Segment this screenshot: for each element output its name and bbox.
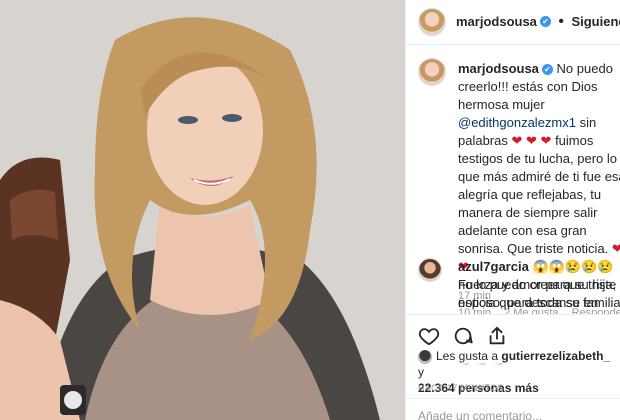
header-text: marjodsousa✔ • Siguiendo [456,13,620,31]
caption-mention-link[interactable]: @edithgonzalezmx1 [458,115,576,130]
commenter-username[interactable]: azul7garcia [458,259,529,274]
author-avatar[interactable] [418,8,446,36]
post-header: marjodsousa✔ • Siguiendo [406,0,620,45]
commenter-avatar[interactable] [418,258,442,282]
caption-username[interactable]: marjodsousa [458,61,539,76]
following-button[interactable]: Siguiendo [571,14,620,29]
add-comment-placeholder: Añade un comentario... [418,409,543,420]
post-timestamp: HACE 17 MINUTOS [418,383,504,393]
caption-text-3: fuimos testigos de tu lucha, pero lo que… [458,133,620,256]
crying-emoji-icon: 😱😱😢😢😢 [532,259,614,274]
post-side-panel: marjodsousa✔ • Siguiendo marjodsousa✔ No… [405,0,620,420]
header-separator: • [558,13,564,30]
likes-connector: y [418,365,424,379]
caption-author-avatar[interactable] [418,58,446,86]
share-icon[interactable] [486,325,508,347]
liker-avatar[interactable] [418,349,432,364]
likes-prefix: Les gusta a [436,349,499,363]
comment-icon[interactable] [452,325,474,347]
heart-icon[interactable] [418,325,440,347]
verified-badge-icon: ✔ [541,64,553,76]
verified-badge-icon: ✔ [539,16,551,28]
heart-emoji-icon: ❤ ❤ [526,133,552,148]
post-photo[interactable] [0,0,405,420]
liker-username[interactable]: gutierrezelizabeth_ [501,349,610,363]
author-username[interactable]: marjodsousa [456,14,537,29]
add-comment-field[interactable]: Añade un comentario... [406,398,620,420]
heart-emoji-icon: ❤ [511,133,523,148]
portrait-image [0,0,405,420]
